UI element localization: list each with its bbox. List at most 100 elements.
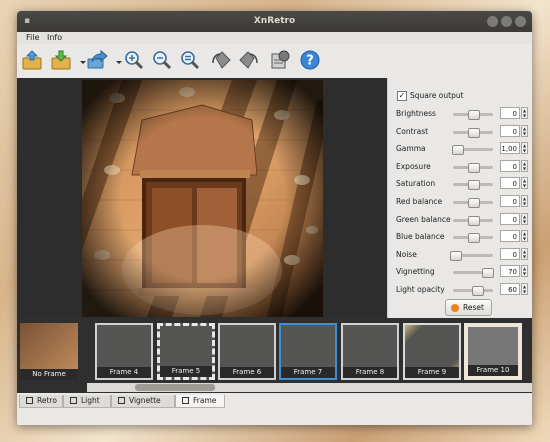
- tab-vignette-label: Vignette: [129, 396, 161, 405]
- slider-label: Green balance: [396, 214, 451, 224]
- tab-retro[interactable]: Retro: [19, 395, 63, 408]
- slider-track[interactable]: [453, 127, 493, 138]
- spin-arrows[interactable]: ▲ ▼: [521, 195, 528, 207]
- spin-arrows[interactable]: ▲ ▼: [521, 177, 528, 190]
- slider-row-green-balance: Green balance 0 ▲ ▼: [396, 212, 528, 227]
- close-button[interactable]: [515, 16, 526, 27]
- slider-track[interactable]: [453, 268, 494, 279]
- rotate-left-icon[interactable]: [210, 48, 232, 72]
- compare-icon[interactable]: [269, 48, 291, 72]
- checkbox-box[interactable]: ✓: [397, 91, 407, 101]
- tab-retro-label: Retro: [37, 396, 57, 405]
- spin-arrows[interactable]: ▲ ▼: [521, 159, 528, 172]
- value-field[interactable]: 1,00: [500, 142, 520, 155]
- value-field[interactable]: 70: [500, 265, 520, 278]
- slider-track[interactable]: [453, 162, 493, 173]
- frame-thumb-frame-8[interactable]: Frame 8: [341, 323, 399, 380]
- slider-thumb[interactable]: [450, 250, 462, 261]
- slider-track[interactable]: [452, 145, 493, 156]
- slider-thumb[interactable]: [468, 110, 480, 120]
- slider-track[interactable]: [453, 180, 493, 191]
- frame-thumb-frame-10[interactable]: Frame 10: [464, 323, 522, 380]
- share-dropdown-icon[interactable]: [108, 48, 122, 72]
- zoom-fit-icon[interactable]: [179, 48, 201, 72]
- value-field[interactable]: 0: [500, 247, 520, 260]
- spin-arrows[interactable]: ▲ ▼: [521, 124, 528, 137]
- slider-thumb[interactable]: [468, 198, 480, 208]
- frame-thumb-frame-6[interactable]: Frame 6: [218, 323, 276, 380]
- spin-arrows[interactable]: ▲ ▼: [521, 247, 528, 260]
- spin-arrows[interactable]: ▲ ▼: [521, 265, 528, 278]
- frame-thumb-no-frame[interactable]: No Frame: [20, 323, 78, 380]
- slider-thumb[interactable]: [482, 268, 494, 279]
- value-field[interactable]: 60: [500, 283, 520, 295]
- spin-arrows[interactable]: ▲ ▼: [521, 283, 528, 295]
- reset-label: Reset: [463, 303, 484, 312]
- slider-track[interactable]: [453, 215, 493, 226]
- save-icon[interactable]: [50, 48, 72, 72]
- value-field[interactable]: 0: [500, 212, 520, 225]
- reset-icon: [451, 304, 459, 312]
- preview-image: [82, 80, 323, 317]
- value-field[interactable]: 0: [500, 177, 520, 190]
- slider-row-red-balance: Red balance 0 ▲ ▼: [396, 195, 528, 209]
- frame-thumb-frame-5[interactable]: Frame 5: [157, 323, 215, 380]
- rotate-right-icon[interactable]: [238, 48, 260, 72]
- slider-track[interactable]: [453, 198, 493, 208]
- spin-arrows[interactable]: ▲ ▼: [521, 230, 528, 243]
- slider-thumb[interactable]: [452, 145, 464, 156]
- share-icon[interactable]: [86, 48, 108, 72]
- zoom-out-icon[interactable]: [151, 48, 173, 72]
- frame-caption: Frame 9: [405, 367, 459, 378]
- minimize-button[interactable]: [487, 16, 498, 27]
- slider-thumb[interactable]: [472, 286, 484, 296]
- slider-thumb[interactable]: [468, 162, 480, 173]
- slider-label: Gamma: [396, 144, 426, 154]
- app-window: ▪ XnRetro File Info ? ✓ Square output Br…: [17, 11, 532, 425]
- slider-track[interactable]: [453, 233, 493, 244]
- slider-thumb[interactable]: [468, 180, 480, 191]
- square-output-checkbox[interactable]: ✓ Square output: [397, 90, 527, 102]
- slider-row-brightness: Brightness 0 ▲ ▼: [396, 107, 528, 121]
- frame-thumb-frame-7[interactable]: Frame 7: [279, 323, 337, 380]
- value-field[interactable]: 0: [500, 107, 520, 119]
- slider-label: Noise: [396, 249, 417, 259]
- value-field[interactable]: 0: [500, 124, 520, 137]
- value-field[interactable]: 0: [500, 230, 520, 243]
- value-field[interactable]: 0: [500, 159, 520, 172]
- slider-row-blue-balance: Blue balance 0 ▲ ▼: [396, 230, 528, 244]
- spin-arrows[interactable]: ▲ ▼: [521, 212, 528, 225]
- help-icon[interactable]: ?: [299, 48, 321, 72]
- tab-frame[interactable]: Frame: [175, 395, 225, 408]
- open-icon[interactable]: [21, 48, 43, 72]
- tab-vignette[interactable]: Vignette: [111, 395, 175, 408]
- slider-thumb[interactable]: [468, 127, 480, 138]
- slider-track[interactable]: [450, 250, 493, 261]
- slider-row-noise: Noise 0 ▲ ▼: [396, 247, 528, 262]
- maximize-button[interactable]: [501, 16, 512, 27]
- slider-track[interactable]: [453, 286, 493, 296]
- frame-icon: [182, 397, 189, 404]
- vignette-icon: [118, 397, 125, 404]
- slider-thumb[interactable]: [468, 215, 480, 226]
- tab-light[interactable]: Light: [63, 395, 111, 408]
- frame-scrollbar[interactable]: [87, 383, 532, 392]
- menu-file[interactable]: File: [26, 33, 39, 42]
- slider-track[interactable]: [453, 110, 493, 120]
- spin-arrows[interactable]: ▲ ▼: [521, 107, 528, 119]
- slider-row-contrast: Contrast 0 ▲ ▼: [396, 124, 528, 139]
- value-field[interactable]: 0: [500, 195, 520, 207]
- reset-button[interactable]: Reset: [445, 299, 492, 316]
- slider-row-light-opacity: Light opacity 60 ▲ ▼: [396, 283, 528, 297]
- frame-thumb-frame-9[interactable]: Frame 9: [403, 323, 461, 380]
- slider-label: Contrast: [396, 126, 429, 136]
- slider-label: Red balance: [396, 197, 443, 206]
- frame-caption: Frame 10: [468, 365, 518, 376]
- zoom-in-icon[interactable]: [123, 48, 145, 72]
- frame-thumb-frame-4[interactable]: Frame 4: [95, 323, 153, 380]
- scrollbar-thumb[interactable]: [135, 384, 215, 391]
- save-dropdown-icon[interactable]: [72, 48, 86, 72]
- slider-thumb[interactable]: [468, 233, 480, 244]
- menu-info[interactable]: Info: [47, 33, 62, 42]
- spin-arrows[interactable]: ▲ ▼: [521, 142, 528, 155]
